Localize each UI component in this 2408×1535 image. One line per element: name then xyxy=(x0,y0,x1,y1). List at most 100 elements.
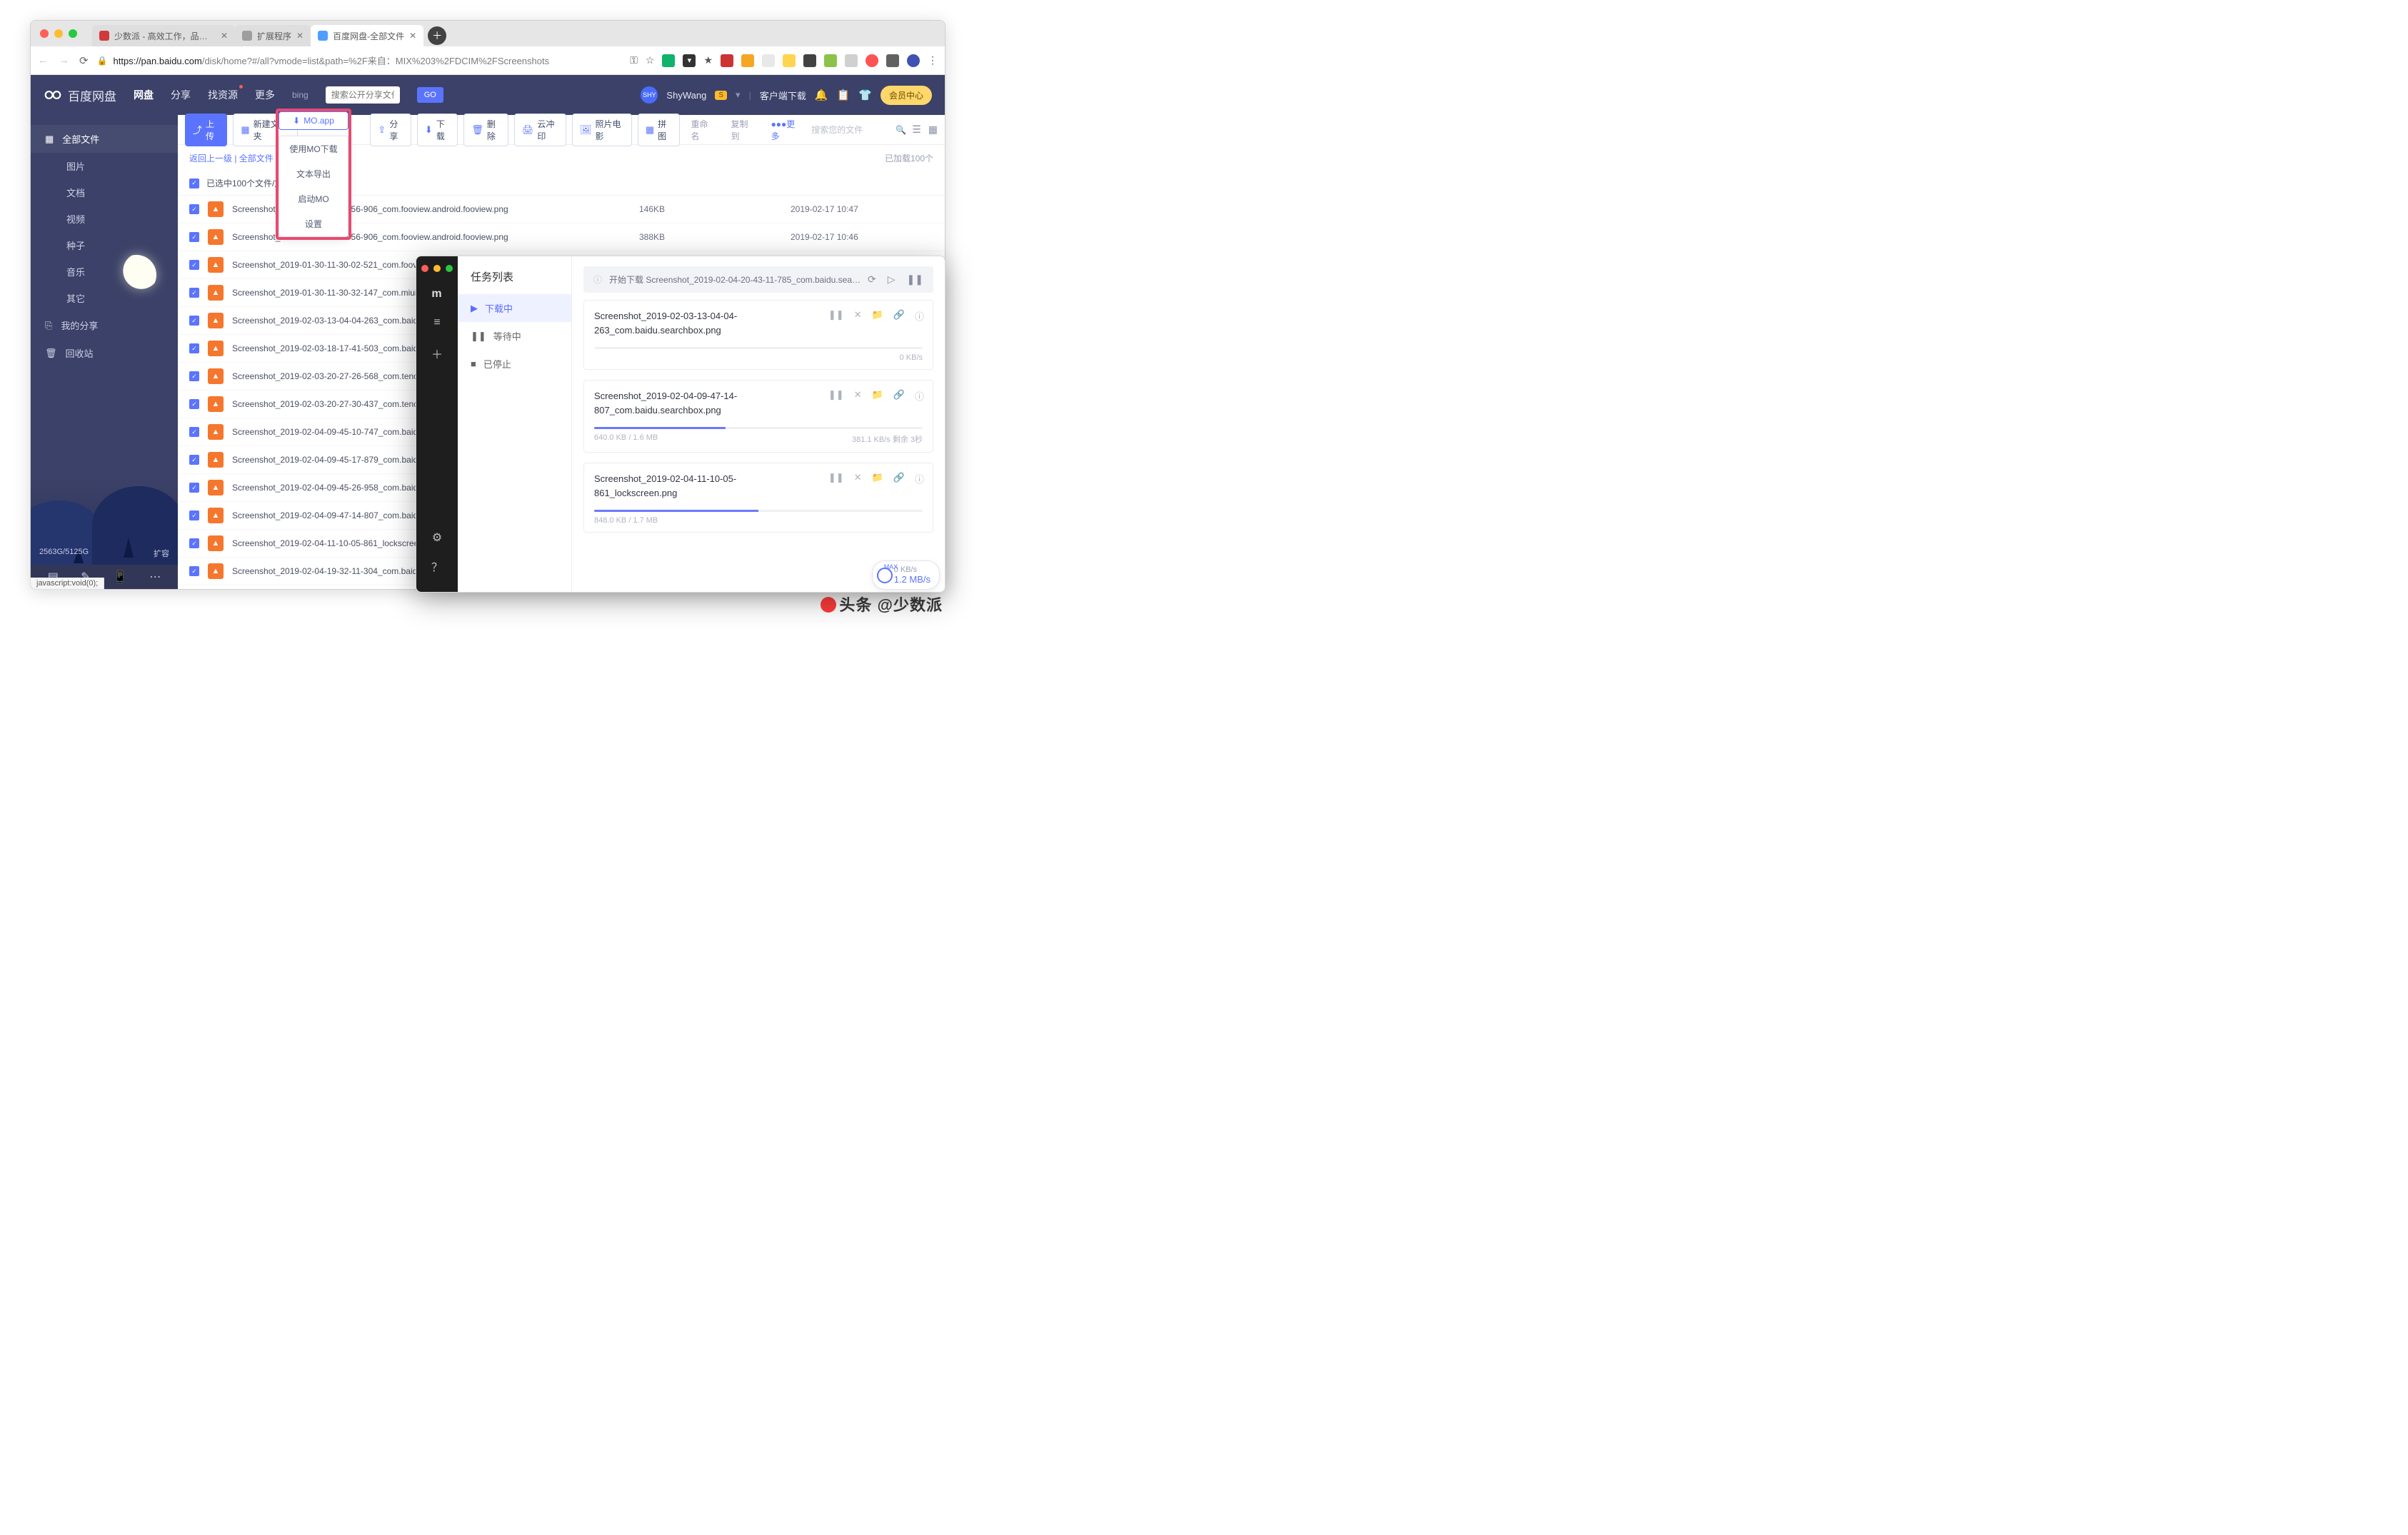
key-icon[interactable]: ⚿ xyxy=(630,54,638,66)
chrome-tab[interactable]: 扩展程序✕ xyxy=(235,25,311,46)
file-checkbox[interactable]: ✓ xyxy=(189,204,199,214)
photo-movie-button[interactable]: 🖼照片电影 xyxy=(572,114,632,146)
close-icon[interactable]: ✕ xyxy=(854,389,862,403)
user-name[interactable]: ShyWang xyxy=(666,90,706,101)
copy-to-button[interactable]: 复制到 xyxy=(726,114,760,146)
motrix-category[interactable]: ❚❚等待中 xyxy=(458,322,571,350)
file-checkbox[interactable]: ✓ xyxy=(189,510,199,520)
file-checkbox[interactable]: ✓ xyxy=(189,427,199,437)
file-checkbox[interactable]: ✓ xyxy=(189,232,199,242)
maximize-window-icon[interactable] xyxy=(446,265,453,272)
dock-icon[interactable]: 📱 xyxy=(113,570,127,584)
pause-icon[interactable]: ❚❚ xyxy=(907,273,923,286)
chrome-tab[interactable]: 百度网盘-全部文件✕ xyxy=(311,25,423,46)
file-checkbox[interactable]: ✓ xyxy=(189,288,199,298)
sidebar-item[interactable]: 图片 xyxy=(31,153,178,179)
clipboard-icon[interactable]: 📋 xyxy=(837,89,851,101)
window-traffic-lights[interactable] xyxy=(40,29,77,38)
mo-menu-item[interactable]: 使用MO下载 xyxy=(279,136,348,161)
puzzle-button[interactable]: ▦拼图 xyxy=(638,114,680,146)
download-button[interactable]: ⬇下载 xyxy=(417,114,458,146)
rename-button[interactable]: 重命名 xyxy=(686,114,720,146)
profile-avatar-icon[interactable] xyxy=(907,54,920,67)
search-icon[interactable]: 🔍 xyxy=(896,125,906,135)
new-tab-button[interactable]: ＋ xyxy=(428,26,446,45)
info-icon[interactable]: ⓘ xyxy=(915,472,924,485)
ext-icon-3[interactable] xyxy=(721,54,733,67)
list-view-icon[interactable]: ☰ xyxy=(912,124,921,136)
mo-app-button[interactable]: ⬇MO.app xyxy=(279,111,348,130)
ext-icon-10[interactable] xyxy=(866,54,878,67)
motrix-task[interactable]: Screenshot_2019-02-04-09-47-14-807_com.b… xyxy=(583,380,933,453)
file-checkbox[interactable]: ✓ xyxy=(189,343,199,353)
ext-star-icon[interactable]: ★ xyxy=(703,54,713,66)
nav-item[interactable]: 更多 xyxy=(255,86,275,104)
close-icon[interactable]: ✕ xyxy=(854,309,862,323)
sidebar-item[interactable]: 种子 xyxy=(31,232,178,258)
info-icon[interactable]: ⓘ xyxy=(915,309,924,323)
nav-item[interactable]: 网盘 xyxy=(134,86,154,104)
help-icon[interactable]: ？ xyxy=(431,558,443,575)
ext-icon-4[interactable] xyxy=(741,54,754,67)
play-icon[interactable]: ▷ xyxy=(888,273,896,286)
delete-button[interactable]: 🗑删除 xyxy=(463,114,508,146)
sidebar-item[interactable]: 视频 xyxy=(31,206,178,232)
file-checkbox[interactable]: ✓ xyxy=(189,483,199,493)
forward-button[interactable]: → xyxy=(59,54,69,67)
file-checkbox[interactable]: ✓ xyxy=(189,316,199,326)
sidebar-item[interactable]: ⎘我的分享 xyxy=(31,311,178,339)
nav-item[interactable]: 分享 xyxy=(171,86,191,104)
sidebar-item[interactable]: 🗑回收站 xyxy=(31,339,178,367)
motrix-task[interactable]: Screenshot_2019-02-03-13-04-04-263_com.b… xyxy=(583,300,933,370)
nav-item[interactable]: 找资源 xyxy=(208,86,238,104)
upload-button[interactable]: ⤴上传 xyxy=(185,114,227,146)
address-bar[interactable]: 🔒 https://pan.baidu.com/disk/home?#/all?… xyxy=(97,54,622,67)
link-icon[interactable]: 🔗 xyxy=(893,309,905,323)
minimize-window-icon[interactable] xyxy=(54,29,63,38)
close-window-icon[interactable] xyxy=(40,29,49,38)
link-icon[interactable]: 🔗 xyxy=(893,389,905,403)
sidebar-item[interactable]: ▦全部文件 xyxy=(31,125,178,153)
settings-icon[interactable]: ⚙ xyxy=(432,530,442,545)
close-icon[interactable]: ✕ xyxy=(854,472,862,485)
link-icon[interactable]: 🔗 xyxy=(893,472,905,485)
ext-icon-11[interactable] xyxy=(886,54,899,67)
ext-icon-9[interactable] xyxy=(845,54,858,67)
info-icon[interactable]: ⓘ xyxy=(915,389,924,403)
pause-icon[interactable]: ❚❚ xyxy=(828,389,844,403)
motrix-category[interactable]: ■已停止 xyxy=(458,350,571,378)
close-tab-icon[interactable]: ✕ xyxy=(296,31,303,41)
user-avatar[interactable]: SHY xyxy=(641,86,658,104)
close-tab-icon[interactable]: ✕ xyxy=(221,31,228,41)
file-checkbox[interactable]: ✓ xyxy=(189,399,199,409)
file-checkbox[interactable]: ✓ xyxy=(189,371,199,381)
more-button[interactable]: ●●●更多 xyxy=(766,114,806,146)
back-button[interactable]: ← xyxy=(38,54,49,67)
baidu-logo[interactable]: 百度网盘 xyxy=(44,86,116,104)
ext-icon-6[interactable] xyxy=(783,54,796,67)
close-tab-icon[interactable]: ✕ xyxy=(409,31,416,41)
reload-button[interactable]: ⟳ xyxy=(79,54,89,67)
sidebar-item[interactable]: 其它 xyxy=(31,285,178,311)
ext-icon-1[interactable] xyxy=(662,54,675,67)
tshirt-icon[interactable]: 👕 xyxy=(858,89,872,101)
mo-menu-item[interactable]: 设置 xyxy=(279,211,348,236)
maximize-window-icon[interactable] xyxy=(69,29,77,38)
ext-icon-5[interactable] xyxy=(762,54,775,67)
star-icon[interactable]: ☆ xyxy=(646,54,655,66)
file-search-input[interactable] xyxy=(811,125,890,135)
pause-icon[interactable]: ❚❚ xyxy=(828,472,844,485)
motrix-task[interactable]: Screenshot_2019-02-04-11-10-05-861_locks… xyxy=(583,463,933,533)
file-checkbox[interactable]: ✓ xyxy=(189,538,199,548)
refresh-icon[interactable]: ⟳ xyxy=(868,273,876,286)
expand-quota-link[interactable]: 扩容 xyxy=(154,548,169,559)
select-all-checkbox[interactable]: ✓ xyxy=(189,178,199,188)
file-checkbox[interactable]: ✓ xyxy=(189,455,199,465)
motrix-traffic-lights[interactable] xyxy=(421,265,453,272)
bell-icon[interactable]: 🔔 xyxy=(815,89,828,101)
folder-icon[interactable]: 📁 xyxy=(872,389,883,403)
cloud-print-button[interactable]: 🖨云冲印 xyxy=(514,114,566,146)
ext-icon-8[interactable] xyxy=(824,54,837,67)
client-download-link[interactable]: 客户端下载 xyxy=(760,89,806,102)
folder-icon[interactable]: 📁 xyxy=(872,309,883,323)
